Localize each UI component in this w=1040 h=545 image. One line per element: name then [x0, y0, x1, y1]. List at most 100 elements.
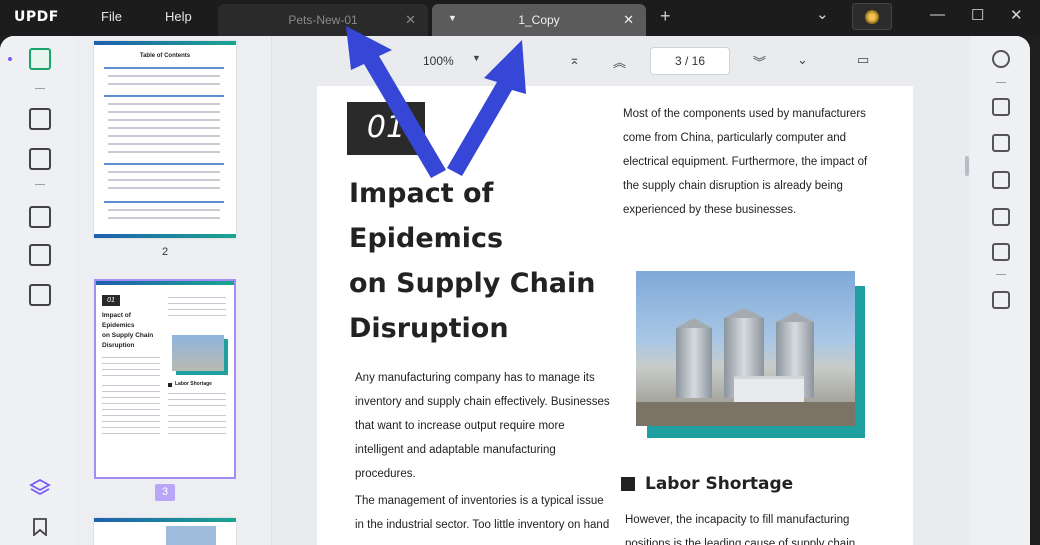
left-paragraph-2: The management of inventories is a typic…: [355, 489, 615, 537]
thumb-footer-bar: [94, 234, 236, 238]
thumbnail-page-4[interactable]: [94, 518, 236, 545]
text-line: positions is the leading cause of supply…: [625, 538, 856, 545]
toc-line: [108, 217, 220, 219]
tab-label: 1_Copy: [518, 13, 560, 27]
section-title: Labor Shortage: [645, 474, 794, 494]
viewer-toolbar: 100% ▼ ⊕ ⌅ ︽ 3 / 16 ︾ ⌄ ▭: [273, 44, 969, 76]
crop-icon[interactable]: [29, 244, 51, 266]
highlighter-icon[interactable]: [29, 108, 51, 130]
thumb-header-bar: [94, 518, 236, 522]
text-line: electrical equipment. Furthermore, the i…: [623, 156, 868, 168]
silo-shape: [676, 328, 712, 398]
divider: [996, 274, 1006, 275]
text-line: However, the incapacity to fill manufact…: [625, 514, 850, 526]
page-number-label: 2: [162, 246, 169, 258]
text-line: Any manufacturing company has to manage …: [355, 372, 595, 384]
text-line: in the industrial sector. Too little inv…: [355, 519, 610, 531]
page-number-input[interactable]: 3 / 16: [650, 47, 730, 75]
protect-icon[interactable]: [992, 171, 1010, 189]
toc-line: [108, 171, 220, 173]
toc-line: [104, 201, 224, 203]
close-icon[interactable]: ✕: [405, 12, 416, 28]
menu-help[interactable]: Help: [165, 9, 192, 24]
heading-line: on Supply Chain: [349, 268, 596, 299]
toc-line: [104, 67, 224, 69]
minimize-icon[interactable]: —: [930, 6, 945, 23]
divider: [35, 88, 45, 89]
reader-icon[interactable]: [29, 48, 51, 70]
zoom-in-icon[interactable]: ⊕: [511, 50, 524, 68]
divider: [996, 82, 1006, 83]
tab-1-copy[interactable]: ▼ 1_Copy ✕: [432, 4, 646, 36]
toc-line: [108, 111, 220, 113]
share-icon[interactable]: [992, 208, 1010, 226]
search-icon[interactable]: [992, 50, 1010, 68]
maximize-icon[interactable]: ☐: [971, 6, 984, 24]
indicator-dot: [8, 57, 12, 61]
menu-file[interactable]: File: [101, 9, 122, 24]
app-frame: Table of Contents 2 01 Impact of Epidemi…: [0, 36, 1030, 545]
avatar[interactable]: [852, 3, 892, 30]
first-page-icon[interactable]: ⌅: [569, 52, 580, 68]
page-number-label: 3: [155, 484, 175, 501]
toc-line: [108, 151, 220, 153]
previous-page-icon[interactable]: ︽: [613, 52, 626, 71]
presentation-icon[interactable]: ▭: [857, 52, 869, 68]
chapter-number-badge: 01: [347, 102, 425, 154]
document-page: 01 Impact of Epidemics on Supply Chain D…: [317, 86, 913, 545]
toc-line: [108, 75, 220, 77]
chevron-down-icon[interactable]: ⌄: [816, 5, 829, 23]
thumbnail-page-2[interactable]: Table of Contents: [94, 41, 236, 238]
toc-line: [108, 119, 220, 121]
text-line: The management of inventories is a typic…: [355, 495, 604, 507]
layers-icon[interactable]: [29, 477, 51, 499]
scrollbar[interactable]: [965, 156, 969, 176]
silo-photo: [636, 271, 855, 426]
email-icon[interactable]: [992, 243, 1010, 261]
divider: [35, 184, 45, 185]
badge-underline: [347, 152, 425, 155]
window-close-icon[interactable]: ✕: [1010, 6, 1023, 24]
right-toolbar: [970, 36, 1030, 545]
text-line: come from China, particularly computer a…: [623, 132, 847, 144]
stamp-icon[interactable]: [29, 284, 51, 306]
toc-line: [108, 187, 220, 189]
text-line: that want to increase output require mor…: [355, 420, 565, 432]
edit-icon[interactable]: [29, 148, 51, 170]
ground-shape: [636, 402, 855, 426]
heading-line: Disruption: [349, 313, 509, 344]
right-paragraph: Most of the components used by manufactu…: [623, 102, 903, 222]
text-line: inventory and supply chain effectively. …: [355, 396, 610, 408]
toc-line: [104, 95, 224, 97]
toc-line: [108, 143, 220, 145]
document-viewer: 100% ▼ ⊕ ⌅ ︽ 3 / 16 ︾ ⌄ ▭ 01 Impact of E…: [273, 36, 969, 545]
toc-line: [108, 103, 220, 105]
toc-line: [108, 209, 220, 211]
toc-line: [108, 135, 220, 137]
next-page-icon[interactable]: ︾: [753, 52, 766, 71]
save-icon[interactable]: [992, 291, 1010, 309]
text-line: the supply chain disruption is already b…: [623, 180, 843, 192]
ocr-icon[interactable]: [992, 98, 1010, 116]
title-bar: UPDF File Help Pets-New-01 ✕ ▼ 1_Copy ✕ …: [0, 0, 1040, 36]
text-line: Most of the components used by manufactu…: [623, 108, 866, 120]
new-tab-icon[interactable]: +: [660, 6, 671, 27]
text-line: procedures.: [355, 468, 416, 480]
toc-line: [108, 179, 220, 181]
left-toolbar: [0, 36, 76, 545]
organize-pages-icon[interactable]: [29, 206, 51, 228]
toc-line: [108, 83, 220, 85]
page-heading: Impact of Epidemics on Supply Chain Disr…: [349, 171, 599, 351]
selected-thumbnail-frame: [94, 279, 236, 479]
thumb-header-bar: [94, 41, 236, 45]
section-bullet: [621, 477, 635, 491]
tab-pets-new-01[interactable]: Pets-New-01 ✕: [218, 4, 428, 36]
convert-icon[interactable]: [992, 134, 1010, 152]
thumb-toc-title: Table of Contents: [139, 53, 191, 59]
bookmark-icon[interactable]: [32, 518, 48, 536]
section-paragraph: However, the incapacity to fill manufact…: [625, 508, 905, 545]
zoom-dropdown-icon[interactable]: ▼: [472, 53, 481, 63]
last-page-icon[interactable]: ⌄: [797, 52, 808, 68]
zoom-level[interactable]: 100%: [423, 54, 454, 68]
close-icon[interactable]: ✕: [623, 12, 634, 28]
